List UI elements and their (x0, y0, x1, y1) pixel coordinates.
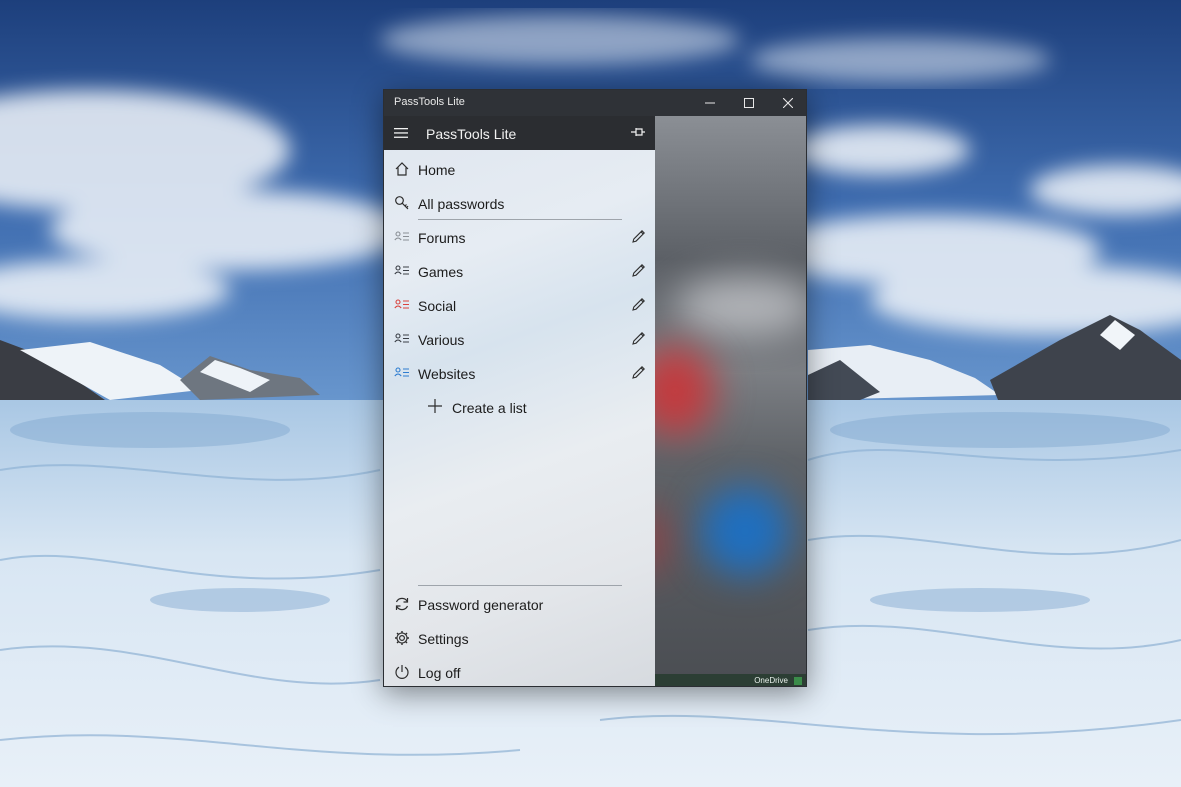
close-button[interactable] (769, 90, 806, 116)
list-item-games[interactable]: Games (384, 254, 655, 288)
list-item-label: Websites (418, 366, 476, 382)
nav-item-label: Log off (418, 665, 461, 681)
home-icon (395, 162, 409, 176)
edit-icon[interactable] (630, 297, 646, 313)
contact-list-icon (394, 231, 409, 241)
contact-list-icon (394, 367, 409, 377)
close-icon (783, 98, 793, 108)
nav-item-log-off[interactable]: Log off (384, 655, 655, 686)
gear-icon (395, 631, 409, 645)
edit-icon[interactable] (630, 263, 646, 279)
nav-item-settings[interactable]: Settings (384, 621, 655, 655)
list-item-label: Forums (418, 230, 466, 246)
edit-icon[interactable] (630, 365, 646, 381)
contact-list-icon (394, 333, 409, 343)
plus-icon (428, 399, 442, 413)
contact-list-icon (394, 299, 409, 309)
blurred-shape (655, 346, 715, 436)
window-title: PassTools Lite (394, 96, 465, 108)
content-area (655, 116, 806, 686)
sync-status-indicator (794, 677, 802, 685)
create-list-label: Create a list (452, 400, 527, 416)
sync-provider-label: OneDrive (754, 676, 788, 685)
navigation-pane: PassTools Lite Home All passwords Forums… (384, 116, 655, 686)
key-icon (395, 196, 409, 210)
list-item-various[interactable]: Various (384, 322, 655, 356)
app-name: PassTools Lite (426, 126, 517, 142)
list-item-label: Social (418, 298, 457, 314)
list-item-social[interactable]: Social (384, 288, 655, 322)
nav-item-password-generator[interactable]: Password generator (384, 587, 655, 621)
maximize-icon (744, 98, 754, 108)
minimize-icon (705, 102, 715, 104)
list-item-label: Various (418, 332, 465, 348)
blurred-shape (655, 506, 665, 576)
contact-list-icon (394, 265, 409, 275)
nav-item-label: Home (418, 162, 456, 178)
blurred-shape (700, 486, 790, 576)
hamburger-menu-icon[interactable] (394, 127, 408, 139)
pin-icon[interactable] (630, 126, 646, 138)
title-bar[interactable]: PassTools Lite (384, 90, 806, 116)
minimize-button[interactable] (691, 90, 729, 116)
edit-icon[interactable] (630, 331, 646, 347)
nav-item-all-passwords[interactable]: All passwords (384, 186, 655, 220)
list-item-label: Games (418, 264, 464, 280)
app-window: PassTools Lite PassTools Lite Home All p… (383, 89, 807, 687)
power-icon (395, 665, 409, 679)
edit-icon[interactable] (630, 229, 646, 245)
pane-header: PassTools Lite (384, 116, 655, 150)
refresh-icon (395, 597, 409, 611)
divider (418, 585, 622, 586)
maximize-button[interactable] (730, 90, 768, 116)
list-item-websites[interactable]: Websites (384, 356, 655, 390)
nav-item-label: Settings (418, 631, 469, 647)
create-list-button[interactable]: Create a list (384, 390, 655, 424)
nav-item-label: Password generator (418, 597, 544, 613)
status-bar: OneDrive (655, 674, 806, 686)
blurred-shape (675, 276, 806, 336)
nav-item-home[interactable]: Home (384, 152, 655, 186)
list-item-forums[interactable]: Forums (384, 220, 655, 254)
nav-item-label: All passwords (418, 196, 505, 212)
